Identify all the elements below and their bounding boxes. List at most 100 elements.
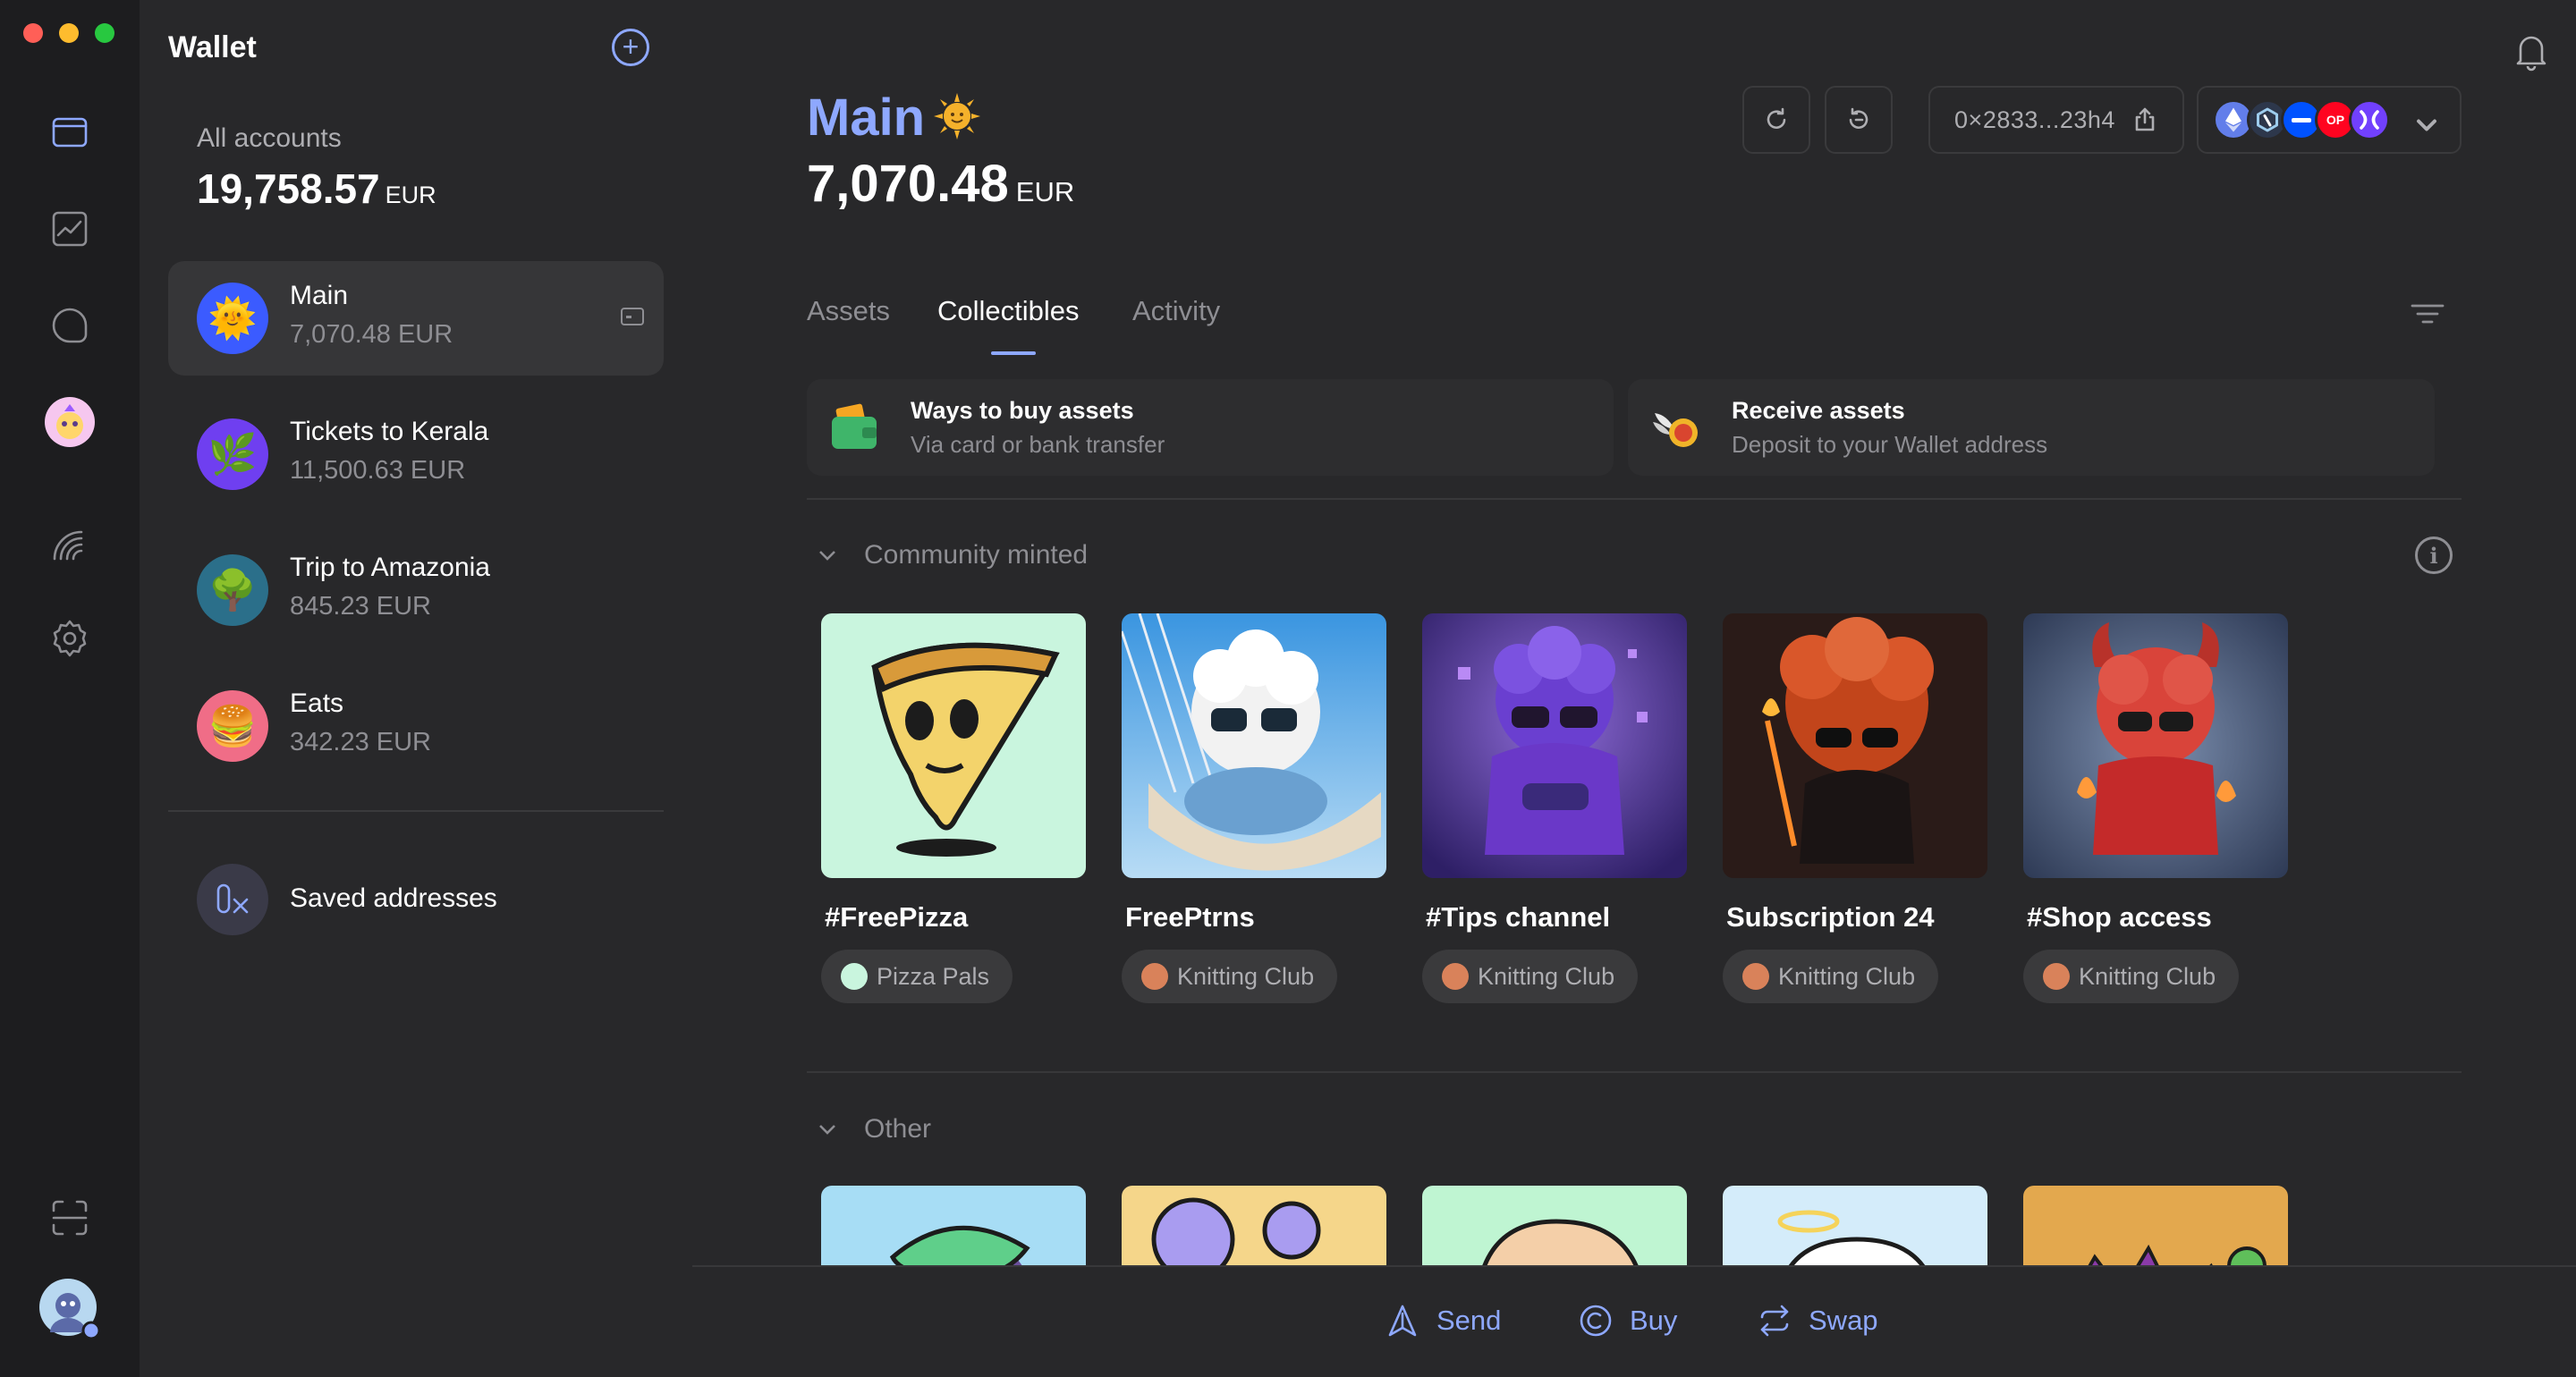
buy-button[interactable]: Buy: [1578, 1303, 1677, 1339]
network-selector[interactable]: OP: [2197, 86, 2462, 154]
section-divider: [807, 498, 2462, 500]
dapp-avatar-icon[interactable]: [45, 397, 95, 447]
saved-addresses-item[interactable]: Saved addresses: [197, 864, 644, 935]
account-item-eats[interactable]: 🍔 Eats 342.23 EUR: [168, 669, 664, 783]
collection-name: Knitting Club: [1778, 962, 1916, 990]
filter-icon[interactable]: [2410, 300, 2445, 327]
sun-icon: 🌞: [208, 297, 258, 341]
collectible-title: #Tips channel: [1426, 901, 1611, 933]
promo-receive-assets[interactable]: Receive assets Deposit to your Wallet ad…: [1628, 379, 2435, 476]
promo-buy-assets[interactable]: Ways to buy assets Via card or bank tran…: [807, 379, 1614, 476]
saved-addresses-label: Saved addresses: [290, 883, 497, 913]
collectible-card[interactable]: [2023, 1186, 2288, 1265]
chevron-down-icon: [819, 551, 835, 561]
collection-avatar: [1141, 963, 1168, 990]
bottom-action-bar: Send Buy Swap: [692, 1265, 2576, 1377]
send-label: Send: [1436, 1305, 1502, 1336]
tab-activity[interactable]: Activity: [1132, 295, 1220, 327]
maximize-window-button[interactable]: [95, 23, 114, 43]
collection-badge[interactable]: Knitting Club: [2023, 950, 2240, 1003]
collectible-image: [2023, 613, 2288, 878]
collectible-card[interactable]: #Shop access Knitting Club: [2023, 613, 2288, 1003]
section-other[interactable]: Other: [818, 1114, 931, 1145]
account-item-main[interactable]: 🌞 Main 7,070.48 EUR: [168, 261, 664, 376]
collection-badge[interactable]: Knitting Club: [1122, 950, 1338, 1003]
profile-avatar[interactable]: [39, 1279, 100, 1339]
refresh-icon: [1767, 107, 1786, 129]
collectible-card[interactable]: FreePtrns Knitting Club: [1122, 613, 1386, 1003]
collection-badge[interactable]: Knitting Club: [1723, 950, 1939, 1003]
chart-icon[interactable]: [45, 204, 95, 254]
all-accounts-amount: 19,758.57: [197, 165, 380, 212]
add-account-button[interactable]: +: [612, 29, 649, 66]
minimize-window-button[interactable]: [59, 23, 79, 43]
refresh-button[interactable]: [1742, 86, 1810, 154]
optimism-label: OP: [2326, 113, 2345, 127]
collectible-card[interactable]: #FreePizza Pizza Pals: [821, 613, 1086, 1003]
fire-afro-nft-art: [1723, 613, 1987, 878]
collectible-image: [1151, 1197, 1321, 1265]
account-title: Main: [807, 89, 926, 147]
send-button[interactable]: Send: [1385, 1303, 1501, 1339]
collection-badge[interactable]: Pizza Pals: [821, 950, 1013, 1003]
sheep-hammock-nft-art: [1122, 613, 1386, 878]
swap-icon: [1760, 1305, 1789, 1337]
tree-icon: 🌳: [208, 569, 258, 612]
bell-icon[interactable]: [2513, 30, 2549, 72]
promo-subtitle: Deposit to your Wallet address: [1732, 431, 2048, 458]
collectible-card[interactable]: #Tips channel Knitting Club: [1422, 613, 1687, 1003]
section-community-minted[interactable]: Community minted: [818, 540, 1088, 570]
account-address-button[interactable]: 0×2833...23h4: [1928, 86, 2184, 154]
swap-button[interactable]: Swap: [1757, 1303, 1878, 1339]
account-avatar: 🌞: [197, 283, 268, 354]
account-name: Tickets to Kerala: [290, 417, 489, 446]
sun-icon: [934, 93, 980, 139]
settings-icon[interactable]: [45, 613, 95, 663]
collection-avatar: [841, 963, 868, 990]
history-button[interactable]: [1825, 86, 1893, 154]
saved-addresses-icon: [197, 864, 268, 935]
app-rail: [0, 0, 140, 1377]
collectible-image: [1422, 613, 1687, 878]
collectibles-scroll-area[interactable]: Main 7,070.48 EUR 0×2833...23h4 OP Asset…: [692, 0, 2576, 1265]
account-name: Main: [290, 281, 349, 310]
scan-icon[interactable]: [45, 1193, 95, 1243]
close-window-button[interactable]: [23, 23, 43, 43]
wallet-icon[interactable]: [45, 107, 95, 157]
collectible-card[interactable]: Subscription 24 Knitting Club: [1723, 613, 1987, 1003]
account-balance: 342.23 EUR: [290, 728, 431, 756]
sidebar-divider: [168, 810, 664, 812]
collectible-card[interactable]: [1122, 1186, 1386, 1265]
history-icon: [1849, 107, 1868, 129]
tab-assets[interactable]: Assets: [807, 295, 890, 327]
all-accounts-label[interactable]: All accounts: [197, 123, 342, 154]
collectible-card[interactable]: [1723, 1186, 1987, 1265]
collection-badge[interactable]: Knitting Club: [1422, 950, 1639, 1003]
account-item-amazonia[interactable]: 🌳 Trip to Amazonia 845.23 EUR: [168, 533, 664, 647]
red-devil-nft-art: [2023, 613, 2288, 878]
tab-collectibles[interactable]: Collectibles: [937, 295, 1080, 327]
account-address: 0×2833...23h4: [1954, 106, 2115, 133]
account-name: Trip to Amazonia: [290, 553, 490, 582]
collectible-image: [821, 613, 1086, 878]
collectible-image: [1777, 1210, 1926, 1265]
section-divider: [807, 1071, 2462, 1073]
all-accounts-currency: EUR: [385, 182, 436, 208]
accounts-sidebar: Wallet + All accounts 19,758.57 EUR 🌞 Mai…: [140, 0, 692, 1377]
account-item-kerala[interactable]: 🌿 Tickets to Kerala 11,500.63 EUR: [168, 397, 664, 511]
section-title: Other: [864, 1114, 932, 1144]
chat-icon[interactable]: [45, 300, 95, 351]
promo-title: Ways to buy assets: [911, 397, 1134, 424]
rainbow-icon[interactable]: [45, 519, 95, 569]
collectible-image: [1723, 613, 1987, 878]
collectible-card[interactable]: [1422, 1186, 1687, 1265]
account-balance-currency: EUR: [1015, 176, 1075, 207]
account-balance-amount: 7,070.48: [807, 155, 1009, 213]
account-avatar: 🌿: [197, 418, 268, 490]
chevron-down-icon: [819, 1125, 835, 1135]
keycard-icon: [621, 308, 644, 325]
purple-gamer-nft-art: [1422, 613, 1687, 878]
info-icon[interactable]: i: [2415, 536, 2453, 574]
account-name: Eats: [290, 688, 344, 718]
collectible-card[interactable]: [821, 1186, 1086, 1265]
